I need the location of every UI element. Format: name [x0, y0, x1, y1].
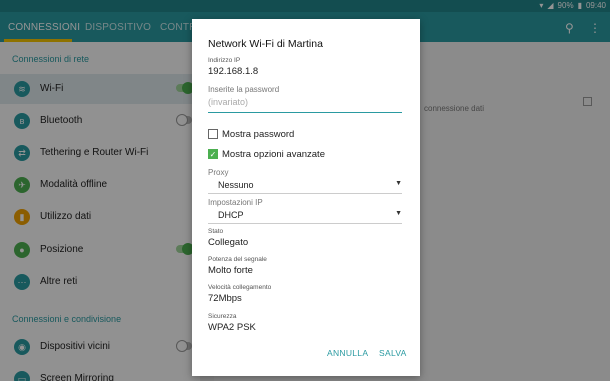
password-field[interactable]: (invariato) — [208, 97, 402, 113]
speed-label: Velocità collegamento — [208, 284, 272, 291]
show-password-label: Mostra password — [222, 129, 295, 140]
speed-value: 72Mbps — [208, 293, 242, 304]
status-value: Collegato — [208, 237, 249, 248]
password-label: Inserite la password — [208, 85, 280, 94]
show-password-checkbox[interactable] — [208, 129, 218, 139]
proxy-value: Nessuno — [218, 180, 254, 190]
cancel-button[interactable]: ANNULLA — [327, 348, 368, 358]
dialog-title: Network Wi-Fi di Martina — [208, 38, 323, 50]
proxy-dropdown[interactable]: Nessuno ▼ — [208, 178, 402, 194]
security-label: Sicurezza — [208, 313, 237, 320]
save-button[interactable]: SALVA — [379, 348, 407, 358]
show-advanced-label: Mostra opzioni avanzate — [222, 149, 325, 160]
ip-settings-label: Impostazioni IP — [208, 198, 263, 207]
ip-label: Indirizzo IP — [208, 57, 241, 64]
status-label: Stato — [208, 228, 224, 235]
show-advanced-checkbox[interactable]: ✓ — [208, 149, 218, 159]
ip-settings-dropdown[interactable]: DHCP ▼ — [208, 208, 402, 224]
dropdown-arrow-icon: ▼ — [395, 180, 402, 187]
security-value: WPA2 PSK — [208, 322, 256, 333]
dropdown-arrow-icon: ▼ — [395, 210, 402, 217]
wifi-network-dialog: Network Wi-Fi di Martina Indirizzo IP 19… — [192, 19, 420, 376]
ip-value: 192.168.1.8 — [208, 66, 259, 77]
ip-settings-value: DHCP — [218, 210, 244, 220]
proxy-label: Proxy — [208, 168, 229, 177]
signal-label: Potenza del segnale — [208, 256, 267, 263]
signal-value: Molto forte — [208, 265, 253, 276]
password-placeholder: (invariato) — [208, 97, 249, 107]
